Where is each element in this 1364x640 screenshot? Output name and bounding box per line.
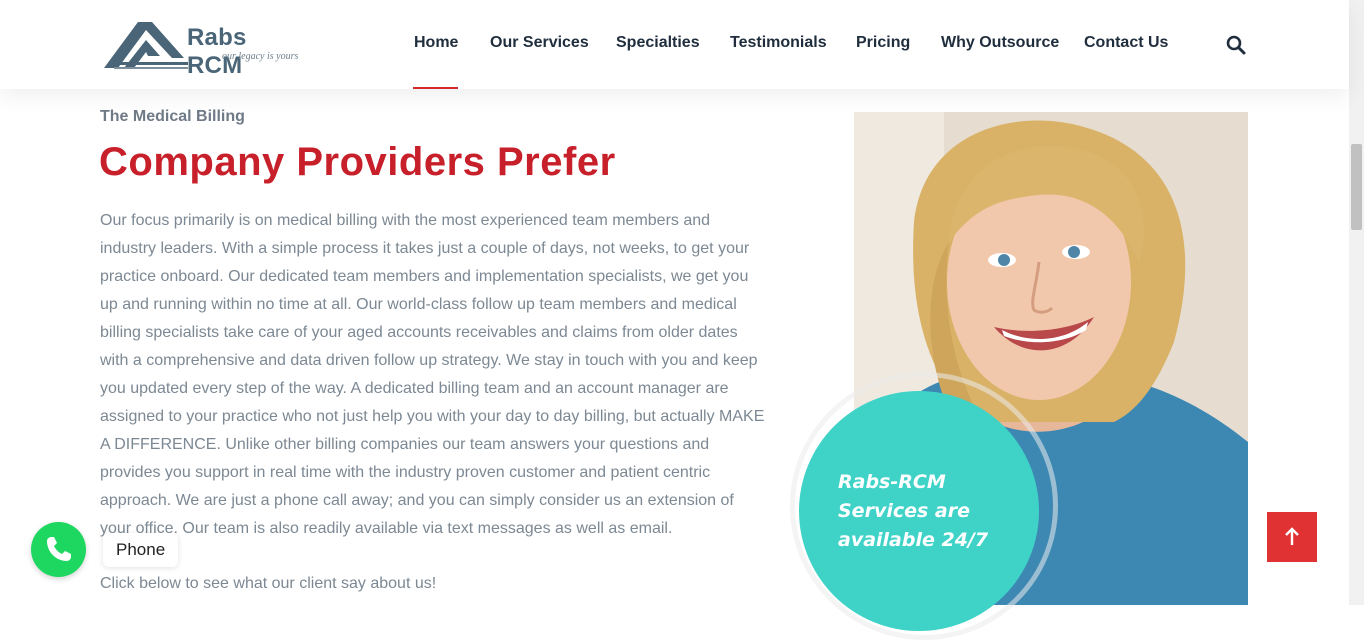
- nav-active-indicator: [413, 87, 458, 89]
- nav-item-why-outsource[interactable]: Why Outsource: [941, 34, 1059, 52]
- nav-item-testimonials[interactable]: Testimonials: [730, 34, 827, 52]
- section-eyebrow: The Medical Billing: [100, 108, 245, 125]
- nav-item-pricing[interactable]: Pricing: [856, 34, 910, 52]
- scrollbar-track[interactable]: [1349, 0, 1364, 605]
- arrow-up-icon: [1285, 527, 1299, 545]
- section-body-text: Our focus primarily is on medical billin…: [100, 212, 765, 537]
- availability-badge-text: Rabs-RCM Services are available 24/7: [838, 471, 989, 551]
- nav-item-specialties[interactable]: Specialties: [616, 34, 700, 52]
- logo-tagline: our legacy is yours: [222, 51, 299, 62]
- back-to-top-button[interactable]: [1267, 512, 1317, 562]
- phone-icon: [47, 537, 71, 561]
- scrollbar-thumb[interactable]: [1351, 144, 1362, 230]
- phone-label[interactable]: Phone: [103, 533, 179, 567]
- nav-item-home[interactable]: Home: [414, 34, 458, 52]
- phone-button[interactable]: [31, 522, 86, 577]
- testimonials-cta-text: Click below to see what our client say a…: [100, 575, 437, 592]
- search-icon[interactable]: [1226, 35, 1246, 55]
- nav-item-contact-us[interactable]: Contact Us: [1084, 34, 1168, 52]
- nav-item-our-services[interactable]: Our Services: [490, 34, 589, 52]
- logo[interactable]: Rabs RCM our legacy is yours: [104, 16, 304, 79]
- site-header: Rabs RCM our legacy is yours Home Our Se…: [0, 0, 1349, 89]
- section-headline: Company Providers Prefer: [99, 140, 616, 184]
- logo-mark-icon: [104, 22, 188, 69]
